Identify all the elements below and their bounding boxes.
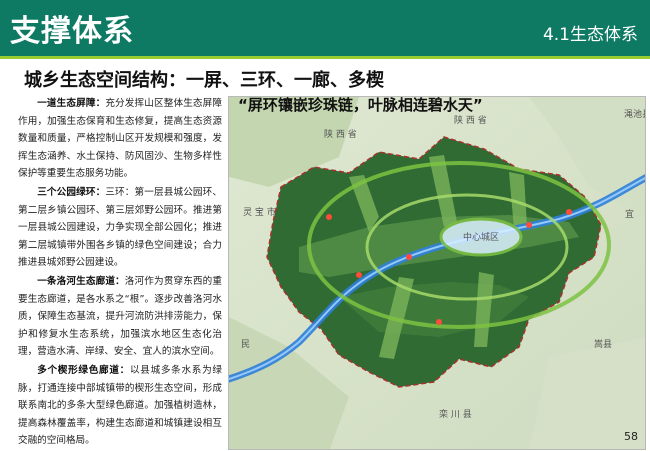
section-label: 4.1生态体系 [542,25,638,45]
paragraph-heading: 一条洛河生态廊道： [37,275,125,287]
page-number: 58 [624,430,638,443]
town-marker [406,254,412,260]
town-marker [436,319,442,325]
paragraph-ecological-barrier: 一道生态屏障：充分发挥山区整体生态屏障作用，加强生态保育和生态修复，提高生态资源… [18,95,222,183]
description-column: 一道生态屏障：充分发挥山区整体生态屏障作用，加强生态保育和生态修复，提高生态资源… [18,95,222,451]
label-lingbao: 灵 宝 市 [243,206,276,218]
paragraph-wedge-corridors: 多个楔形绿色廊道：以县城多条水系为绿脉，打通连接中部城镇带的楔形生态空间，形成联… [18,362,222,450]
label-luanchuan: 栾 川 县 [439,408,472,420]
paragraph-text: 洛河作为贯穿东西的重要生态廊道，是各水系之“根”。逐步改善洛河水质，保障生态基流… [18,275,222,358]
label-songxian: 嵩县 [594,339,612,350]
structure-subtitle: 城乡生态空间结构：一屏、三环、一廊、多楔 [24,70,384,91]
town-marker [566,209,572,215]
paragraph-heading: 多个楔形绿色廊道： [37,364,130,376]
town-marker [356,272,362,278]
ecological-structure-map: 中心城区 陕 西 省 陕 西 省 灵 宝 市 渑池县 宜 民 嵩县 栾 川 县 [228,96,646,450]
paragraph-text: 充分发挥山区整体生态屏障作用，加强生态保育和生态修复，提高生态资源数量和质量，严… [18,98,222,180]
paragraph-heading: 一道生态屏障： [37,98,106,109]
map-slogan: “屏环镶嵌珍珠链，叶脉相连碧水天” [238,96,483,114]
paragraph-text: 以县城多条水系为绿脉，打通连接中部城镇带的楔形生态空间，形成联系南北的多条大型绿… [18,364,223,447]
paragraph-luo-river-corridor: 一条洛河生态廊道：洛河作为贯穿东西的重要生态廊道，是各水系之“根”。逐步改善洛河… [18,273,222,361]
label-shaanxi-a: 陕 西 省 [324,128,357,140]
paragraph-park-rings: 三个公园绿环：三环：第一层县城公园环、第二层乡镇公园环、第三层郊野公园环。推进第… [18,184,222,272]
page-title: 支撑体系 [10,14,134,49]
label-yi: 宜 [625,208,634,220]
paragraph-text: 三环：第一层县城公园环、第二层乡镇公园环、第三层郊野公园环。推进第一层县城公园建… [18,186,222,269]
map-graphic: 中心城区 陕 西 省 陕 西 省 灵 宝 市 渑池县 宜 民 嵩县 栾 川 县 [229,97,646,449]
label-city-center: 中心城区 [463,231,499,243]
label-min: 民 [241,339,250,350]
label-mianchi: 渑池县 [624,108,646,120]
header-rule [0,56,650,59]
town-marker [526,222,532,228]
paragraph-heading: 三个公园绿环： [37,186,106,198]
label-shaanxi-b: 陕 西 省 [454,114,487,126]
town-marker [326,214,332,220]
